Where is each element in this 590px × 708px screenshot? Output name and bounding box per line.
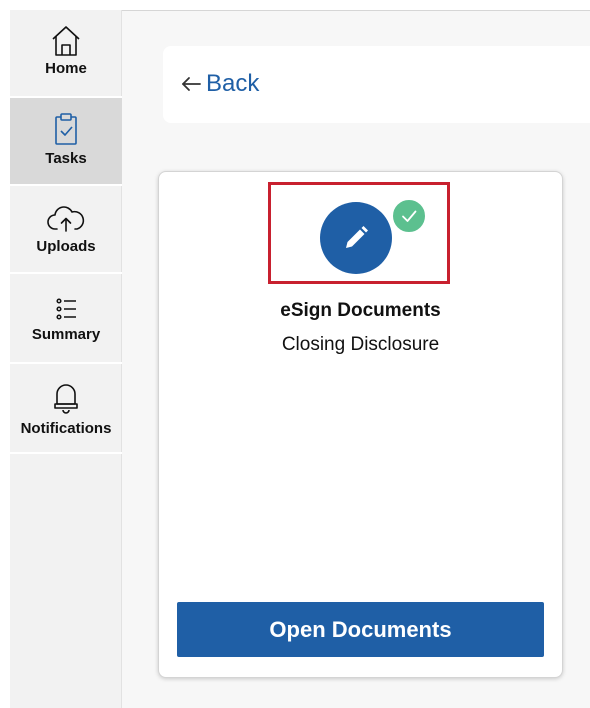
completed-badge — [390, 197, 428, 235]
sidebar-item-label: Notifications — [20, 420, 112, 437]
sidebar: Home Tasks Uploads Summary Notifications — [10, 10, 122, 708]
sidebar-item-tasks[interactable]: Tasks — [10, 98, 122, 186]
sidebar-item-label: Home — [45, 60, 87, 77]
pencil-icon — [346, 226, 368, 248]
back-label: Back — [206, 70, 260, 97]
esign-task-icon[interactable] — [320, 202, 392, 274]
clipboard-check-icon — [55, 113, 77, 145]
bell-icon — [54, 384, 78, 414]
sidebar-item-uploads[interactable]: Uploads — [10, 186, 122, 274]
sidebar-item-home[interactable]: Home — [10, 10, 122, 98]
task-subtitle: Closing Disclosure — [281, 334, 440, 355]
list-icon — [56, 298, 76, 320]
open-documents-button[interactable]: Open Documents — [177, 602, 544, 657]
check-icon — [402, 210, 417, 222]
sidebar-item-label: Uploads — [36, 238, 96, 255]
cloud-upload-icon — [47, 206, 85, 232]
sidebar-item-label: Tasks — [45, 150, 87, 167]
back-link[interactable]: Back — [180, 70, 259, 98]
arrow-left-icon — [182, 77, 201, 91]
sidebar-item-summary[interactable]: Summary — [10, 274, 122, 364]
sidebar-item-label: Summary — [31, 326, 101, 343]
task-title: eSign Documents — [280, 300, 441, 321]
home-icon — [52, 26, 80, 56]
sidebar-item-notifications[interactable]: Notifications — [10, 364, 122, 454]
